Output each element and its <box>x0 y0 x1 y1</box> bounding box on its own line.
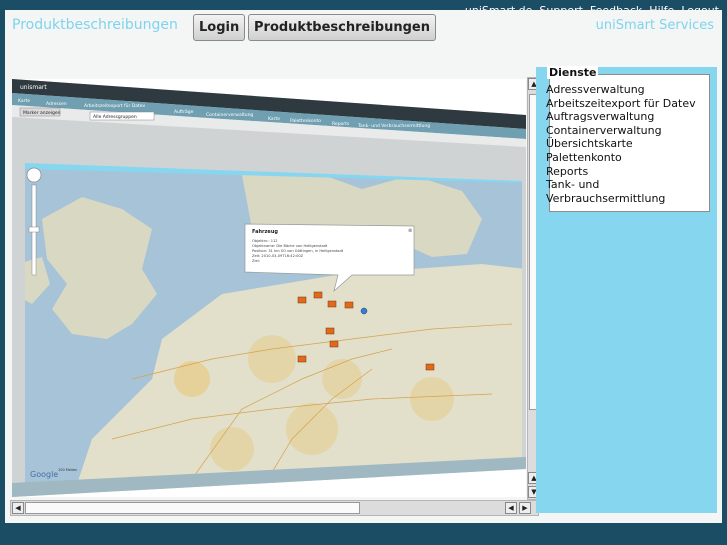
vehicle-marker <box>327 300 337 308</box>
map-scale: 100 Meilen <box>58 468 77 472</box>
pan-control <box>26 167 42 183</box>
product-screenshot: unismart Karte Adressen Arbeitszeitexpor… <box>12 79 526 497</box>
screenshot-tab: Arbeitszeitexport für Datev <box>84 103 146 109</box>
scroll-left-icon[interactable]: ◀ <box>505 502 517 514</box>
screenshot-tab: Containerverwaltung <box>206 112 253 118</box>
popup-close-icon: ⊗ <box>408 228 412 234</box>
region <box>174 361 210 397</box>
popup-line: Ziel: <box>252 259 260 263</box>
popup-line: Objektnr.: 112 <box>252 239 278 243</box>
group-select-label: Alle Adressgruppen <box>93 114 137 120</box>
screenshot-tab: Tank- und Verbrauchsermittlung <box>357 123 430 129</box>
dienste-item[interactable]: Tank- und <box>546 178 696 192</box>
screenshot-tab: Reports <box>332 121 350 127</box>
app-logo: unismart <box>20 84 47 91</box>
dienste-item[interactable]: Containerverwaltung <box>546 124 696 138</box>
dienste-item[interactable]: Adressverwaltung <box>546 83 696 97</box>
region <box>248 335 296 383</box>
vehicle-marker <box>344 301 354 309</box>
zoom-handle <box>28 226 40 233</box>
dienste-item[interactable]: Palettenkonto <box>546 151 696 165</box>
screenshot-tab: Karte <box>18 98 30 104</box>
horizontal-scrollbar[interactable]: ◀ ◀ ▶ <box>10 500 539 516</box>
horizontal-scroll-thumb[interactable] <box>25 502 360 514</box>
scroll-right-icon[interactable]: ▶ <box>519 502 531 514</box>
page-title: Produktbeschreibungen <box>12 17 178 33</box>
dienste-item[interactable]: Auftragsverwaltung <box>546 110 696 124</box>
dienste-list: Adressverwaltung Arbeitszeitexport für D… <box>546 83 696 205</box>
region <box>322 359 362 399</box>
brand-label: uniSmart Services <box>595 18 714 33</box>
vehicle-marker <box>329 340 339 348</box>
screenshot-tab: Karte <box>268 116 280 122</box>
popup-title: Fahrzeug <box>252 229 278 235</box>
dienste-item[interactable]: Reports <box>546 165 696 179</box>
map-credit: Google <box>30 470 58 479</box>
dienste-item[interactable]: Arbeitszeitexport für Datev <box>546 97 696 111</box>
dienste-title: Dienste <box>547 66 599 79</box>
popup-line: Zeit: 2010-03-09T16:42:00Z <box>252 254 304 258</box>
dienste-item[interactable]: Verbrauchsermittlung <box>546 192 696 206</box>
screenshot-tab: Adressen <box>46 101 67 107</box>
vehicle-marker <box>425 363 435 371</box>
region <box>410 377 454 421</box>
scroll-left-icon[interactable]: ◀ <box>12 502 24 514</box>
vehicle-marker <box>297 296 307 304</box>
europe-map <box>25 169 522 483</box>
vehicle-marker <box>325 327 335 335</box>
popup-line: Objektname: Die Bäche von Heiligenstadt <box>252 244 328 248</box>
dienste-item[interactable]: Übersichtskarte <box>546 137 696 151</box>
vehicle-marker <box>313 291 323 299</box>
screenshot-tab: Palettenkonto <box>290 118 321 124</box>
vehicle-marker <box>297 355 307 363</box>
popup-line: Position: 31 km SO von Göttingen, in Hei… <box>252 249 344 253</box>
region <box>210 427 254 471</box>
login-button[interactable]: Login <box>193 14 246 41</box>
produktbeschreibungen-button[interactable]: Produktbeschreibungen <box>248 14 436 41</box>
selected-marker <box>360 307 368 315</box>
marker-button-label: Marker anzeigen <box>23 110 61 116</box>
region <box>286 403 338 455</box>
product-screenshot-viewer[interactable]: unismart Karte Adressen Arbeitszeitexpor… <box>12 79 526 497</box>
screenshot-tab: Aufträge <box>174 109 194 115</box>
